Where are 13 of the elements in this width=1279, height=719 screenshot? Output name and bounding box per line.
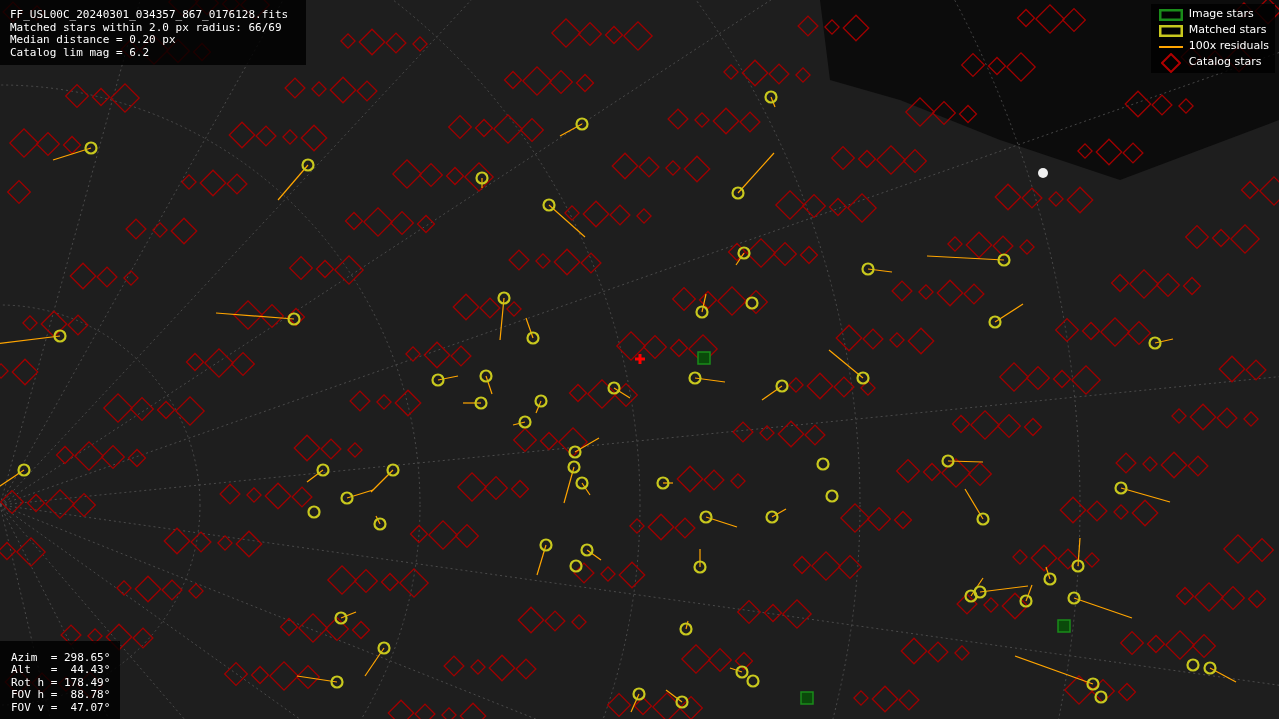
- pointing-line: Alt = 44.43°: [11, 664, 111, 677]
- legend-label: 100x residuals: [1188, 40, 1269, 53]
- pointing-line: Azim = 298.65°: [11, 651, 111, 664]
- legend-label: Catalog stars: [1188, 56, 1262, 69]
- legend-label: Matched stars: [1188, 24, 1267, 37]
- legend-label: Image stars: [1188, 8, 1254, 21]
- pointing-line: FOV h = 88.78°: [11, 689, 111, 702]
- info-line: Matched stars within 2.0 px radius: 66/69: [10, 21, 282, 34]
- pointing-line: Rot h = 178.49°: [11, 676, 111, 689]
- info-line: FF_USL00C_20240301_034357_867_0176128.fits: [10, 9, 290, 22]
- pointing-line: FOV v = 47.07°: [11, 701, 111, 714]
- info-line: Catalog lim mag = 6.2: [10, 46, 151, 59]
- info-line: Median distance = 0.20 px: [10, 34, 177, 47]
